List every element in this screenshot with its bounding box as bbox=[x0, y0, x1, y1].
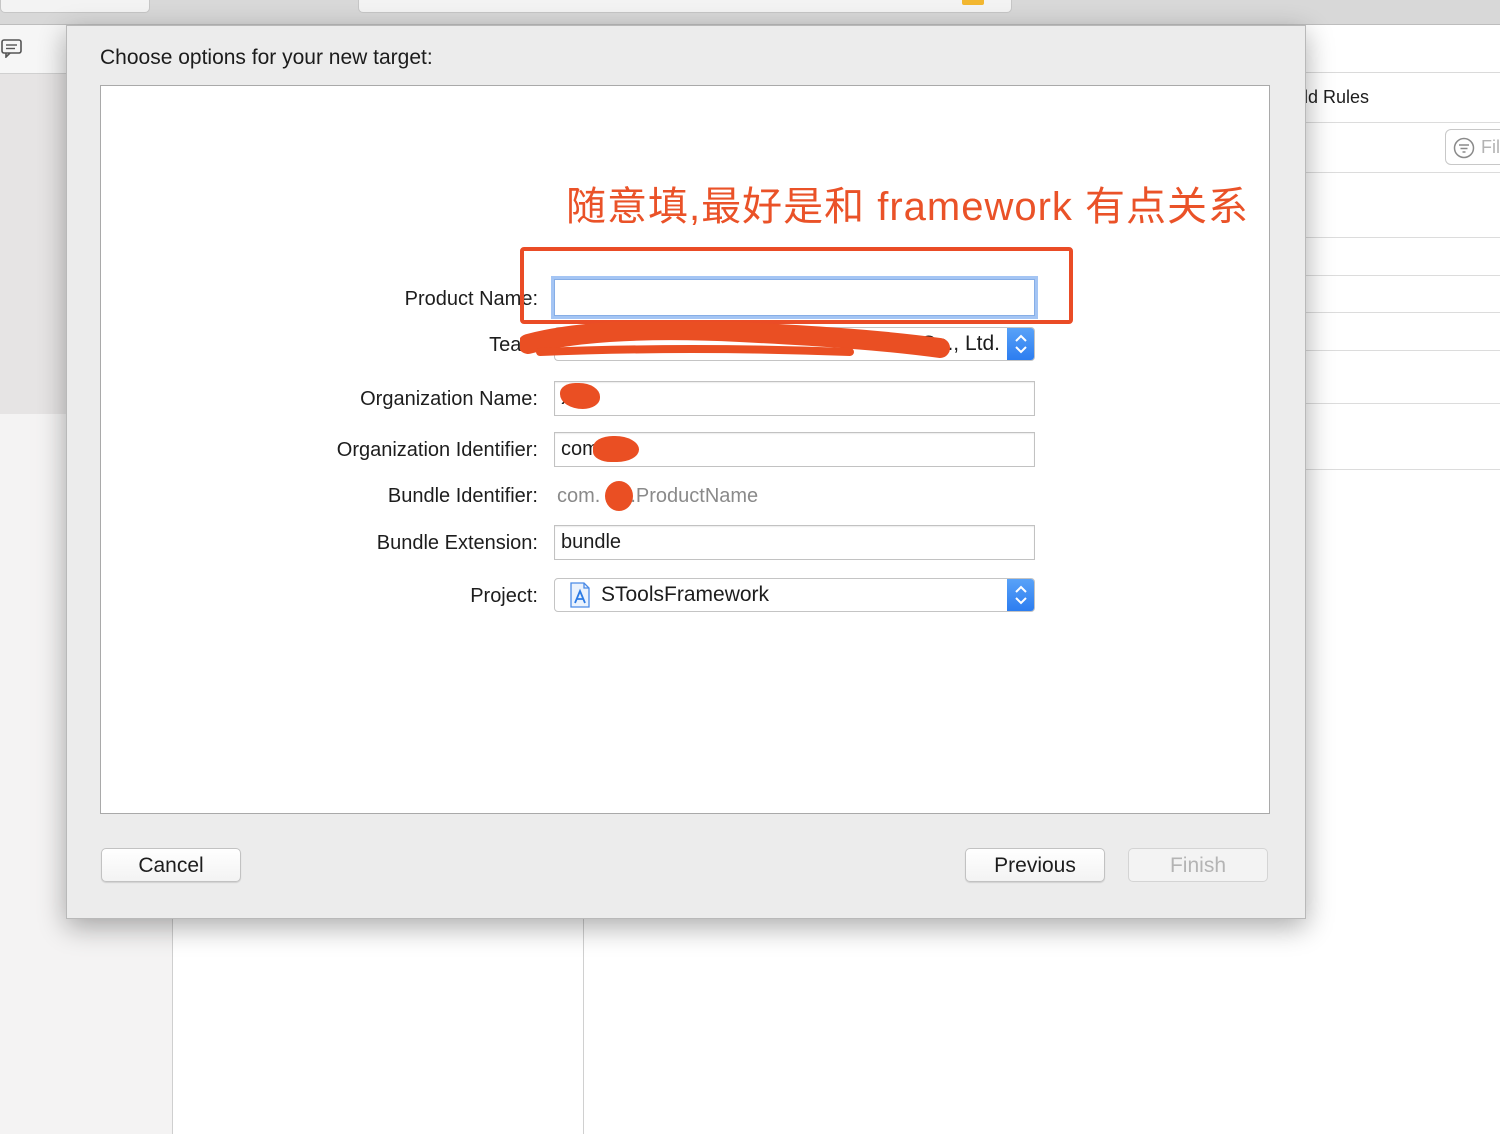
divider bbox=[1304, 469, 1500, 470]
tab-build-rules[interactable]: ild Rules bbox=[1300, 87, 1369, 108]
popup-stepper-icon bbox=[1007, 579, 1034, 611]
organization-name-label: Organization Name: bbox=[360, 388, 538, 410]
window-tab[interactable] bbox=[358, 0, 1012, 13]
divider bbox=[583, 910, 584, 1134]
filter-placeholder: Fil bbox=[1481, 137, 1500, 157]
divider bbox=[1304, 403, 1500, 404]
filter-icon bbox=[1453, 137, 1475, 159]
divider bbox=[1304, 275, 1500, 276]
sheet-title: Choose options for your new target: bbox=[100, 46, 433, 69]
organization-identifier-label: Organization Identifier: bbox=[336, 439, 538, 461]
product-name-label: Product Name: bbox=[404, 288, 538, 310]
divider bbox=[1304, 72, 1500, 73]
warning-badge bbox=[962, 0, 984, 5]
team-redaction-scribble bbox=[520, 322, 950, 358]
project-value: SToolsFramework bbox=[601, 583, 770, 606]
xcode-project-icon bbox=[569, 582, 591, 613]
project-label: Project: bbox=[470, 585, 538, 607]
window-tab[interactable] bbox=[0, 0, 150, 13]
annotation-note: 随意填,最好是和 framework 有点关系 bbox=[566, 185, 1250, 229]
divider bbox=[1304, 312, 1500, 313]
bundle-identifier-suffix: .ProductName bbox=[630, 485, 759, 507]
cancel-button[interactable]: Cancel bbox=[101, 848, 241, 882]
bundle-identifier-prefix: com. bbox=[557, 485, 601, 507]
bundle-extension-input[interactable]: bundle bbox=[554, 525, 1035, 560]
project-popup[interactable]: SToolsFramework bbox=[554, 578, 1035, 612]
bundle-id-redaction bbox=[605, 481, 633, 511]
divider bbox=[1304, 350, 1500, 351]
finish-button[interactable]: Finish bbox=[1128, 848, 1268, 882]
divider bbox=[1304, 237, 1500, 238]
bundle-identifier-value: com. .ProductName bbox=[557, 485, 758, 508]
org-id-redaction bbox=[593, 436, 639, 462]
divider bbox=[1304, 122, 1500, 123]
bundle-identifier-label: Bundle Identifier: bbox=[387, 485, 538, 507]
divider bbox=[1304, 172, 1500, 173]
annotation-highlight-box bbox=[520, 247, 1073, 324]
team-label: Team bbox=[489, 334, 538, 356]
organization-name-input[interactable]: X bbox=[554, 381, 1035, 416]
navigator-selection bbox=[0, 74, 66, 414]
popup-stepper-icon bbox=[1007, 328, 1034, 360]
previous-button[interactable]: Previous bbox=[965, 848, 1105, 882]
bundle-extension-label: Bundle Extension: bbox=[376, 532, 538, 554]
comment-icon[interactable] bbox=[1, 38, 23, 59]
